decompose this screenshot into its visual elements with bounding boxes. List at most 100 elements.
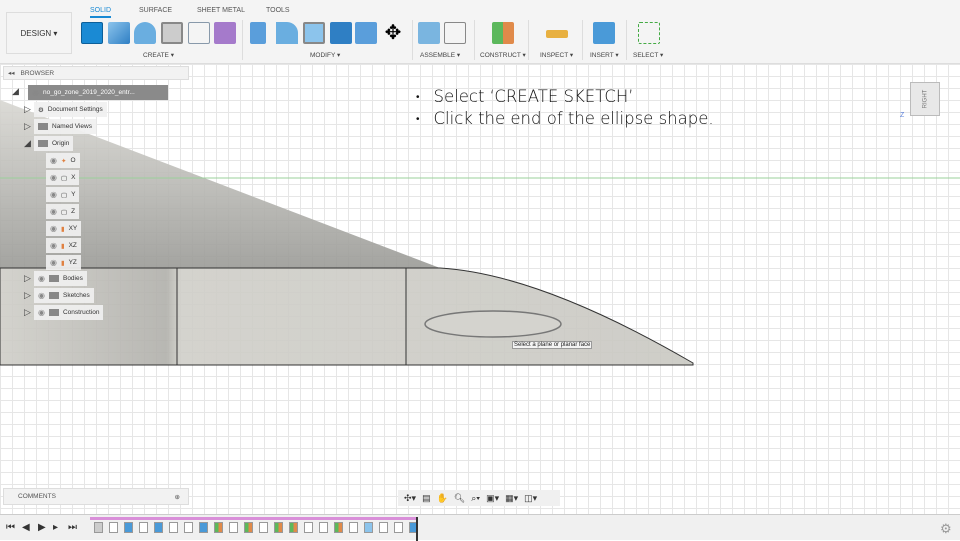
pan-icon[interactable]: ✋	[437, 493, 448, 504]
extrude-icon[interactable]	[108, 22, 130, 44]
browser-axis-z[interactable]: ◉ ▢ Z	[46, 204, 80, 219]
z-axis-label: Z	[900, 112, 905, 119]
timeline-plane-icon[interactable]	[274, 522, 283, 533]
construct-menu[interactable]: CONSTRUCT ▾	[480, 51, 526, 59]
timeline-sketch-icon[interactable]	[394, 522, 403, 533]
create-sketch-icon[interactable]	[81, 22, 103, 44]
ellipse-sketch	[424, 310, 562, 338]
timeline-sketch-icon[interactable]	[184, 522, 193, 533]
timeline-sketch-icon[interactable]	[349, 522, 358, 533]
design-workspace-button[interactable]: DESIGN ▾	[6, 12, 72, 54]
tab-solid[interactable]: SOLID	[90, 7, 112, 18]
add-comment-icon: ⊕	[174, 493, 180, 501]
timeline-sketch-icon[interactable]	[109, 522, 118, 533]
instruction-2: Click the end of the ellipse shape.	[416, 108, 714, 130]
timeline-plane-icon[interactable]	[289, 522, 298, 533]
instruction-1: Select ‘CREATE SKETCH’	[416, 86, 714, 108]
side-face	[0, 267, 694, 366]
browser-named-views[interactable]: Named Views	[34, 119, 96, 134]
create-form-icon[interactable]	[214, 22, 236, 44]
timeline-sketch-icon[interactable]	[139, 522, 148, 533]
timeline-extrude-icon[interactable]	[124, 522, 133, 533]
combine-icon[interactable]	[330, 22, 352, 44]
timeline-sketch-icon[interactable]	[229, 522, 238, 533]
joint-icon[interactable]	[444, 22, 466, 44]
browser-title: BROWSER	[20, 69, 55, 77]
model-body[interactable]	[0, 64, 960, 514]
timeline-sketch-icon[interactable]	[379, 522, 388, 533]
browser-panel-header[interactable]: ◂◂ BROWSER	[3, 66, 189, 80]
go-to-end-icon[interactable]: ⏭	[68, 522, 77, 533]
measure-icon[interactable]	[546, 30, 568, 38]
step-back-icon[interactable]: ◀	[22, 522, 30, 533]
browser-construction[interactable]: ◉ Construction	[34, 305, 104, 320]
play-icon[interactable]: ▶	[38, 522, 46, 533]
press-pull-icon[interactable]	[250, 22, 266, 44]
timeline-extrude-icon[interactable]	[154, 522, 163, 533]
navigation-bar: ✣▾ ▤ ✋ 🔍︎ ⌕▾ ▣▾ ▦▾ ◫▾	[398, 490, 560, 506]
viewports-icon[interactable]: ◫▾	[524, 493, 537, 504]
step-forward-icon[interactable]: ▸	[53, 522, 58, 533]
browser-plane-yz[interactable]: ◉ ▮ YZ	[46, 255, 81, 270]
browser-axis-y[interactable]: ◉ ▢ Y	[46, 187, 80, 202]
tab-tools[interactable]: TOOLS	[266, 7, 290, 14]
modify-menu[interactable]: MODIFY ▾	[310, 51, 340, 59]
fit-icon[interactable]: ⌕▾	[471, 493, 480, 504]
timeline-settings-gear-icon[interactable]: ⚙	[940, 521, 952, 537]
browser-document-settings[interactable]: ⚙ Document Settings	[34, 102, 107, 117]
display-settings-icon[interactable]: ▣▾	[486, 493, 499, 504]
browser-plane-xy[interactable]: ◉ ▮ XY	[46, 221, 82, 236]
browser-sketches[interactable]: ◉ Sketches	[34, 288, 94, 303]
browser-axis-x[interactable]: ◉ ▢ X	[46, 170, 80, 185]
split-body-icon[interactable]	[355, 22, 377, 44]
tab-sheet-metal[interactable]: SHEET METAL	[197, 7, 245, 14]
browser-origin-point[interactable]: ◉ ✦ O	[46, 153, 80, 168]
canvas-viewport[interactable]	[0, 64, 960, 514]
move-icon[interactable]: ✥	[382, 22, 404, 44]
timeline-range	[90, 517, 418, 520]
fillet-icon[interactable]	[276, 22, 298, 44]
grid-icon[interactable]: ▦▾	[505, 493, 518, 504]
timeline-shell-icon[interactable]	[364, 522, 373, 533]
timeline-component-icon[interactable]	[94, 522, 103, 533]
browser-root-node[interactable]: ◉ no_go_zone_2019_2020_entr...	[28, 85, 168, 100]
browser-plane-xz[interactable]: ◉ ▮ XZ	[46, 238, 81, 253]
insert-menu[interactable]: INSERT ▾	[590, 51, 619, 59]
inspect-menu[interactable]: INSPECT ▾	[540, 51, 573, 59]
timeline-plane-icon[interactable]	[334, 522, 343, 533]
timeline-sketch-icon[interactable]	[304, 522, 313, 533]
gear-icon: ⚙	[38, 106, 44, 114]
zoom-icon[interactable]: 🔍︎	[454, 493, 465, 504]
shell-icon[interactable]	[303, 22, 325, 44]
tooltip: Select a plane or planar face	[512, 341, 593, 349]
timeline-extrude-icon[interactable]	[199, 522, 208, 533]
folder-icon	[38, 140, 48, 147]
tab-surface[interactable]: SURFACE	[139, 7, 172, 14]
folder-icon	[38, 123, 48, 130]
assemble-menu[interactable]: ASSEMBLE ▾	[420, 51, 460, 59]
new-component-icon[interactable]	[418, 22, 440, 44]
timeline-sketch-icon[interactable]	[259, 522, 268, 533]
comments-panel[interactable]: COMMENTS ⊕	[3, 488, 189, 505]
timeline-plane-icon[interactable]	[244, 522, 253, 533]
browser-bodies[interactable]: ◉ Bodies	[34, 271, 87, 286]
create-menu[interactable]: CREATE ▾	[143, 51, 174, 59]
look-at-icon[interactable]: ▤	[422, 493, 431, 504]
timeline-sketch-icon[interactable]	[319, 522, 328, 533]
select-menu[interactable]: SELECT ▾	[633, 51, 663, 59]
hole-icon[interactable]	[161, 22, 183, 44]
toolbar: DESIGN ▾ SOLID SURFACE SHEET METAL TOOLS…	[0, 0, 960, 64]
browser-origin[interactable]: Origin	[34, 136, 74, 151]
select-window-icon[interactable]	[638, 22, 660, 44]
revolve-icon[interactable]	[134, 22, 156, 44]
orbit-icon[interactable]: ✣▾	[404, 493, 416, 504]
timeline-marker[interactable]	[416, 517, 418, 541]
offset-plane-icon[interactable]	[492, 22, 514, 44]
go-to-start-icon[interactable]: ⏮	[6, 522, 15, 533]
timeline-plane-icon[interactable]	[214, 522, 223, 533]
viewcube[interactable]: RIGHT	[910, 82, 940, 116]
timeline-sketch-icon[interactable]	[169, 522, 178, 533]
timeline: ⏮ ◀ ▶ ▸ ⏭ ⚙	[0, 514, 960, 541]
pattern-icon[interactable]	[188, 22, 210, 44]
insert-image-icon[interactable]	[593, 22, 615, 44]
